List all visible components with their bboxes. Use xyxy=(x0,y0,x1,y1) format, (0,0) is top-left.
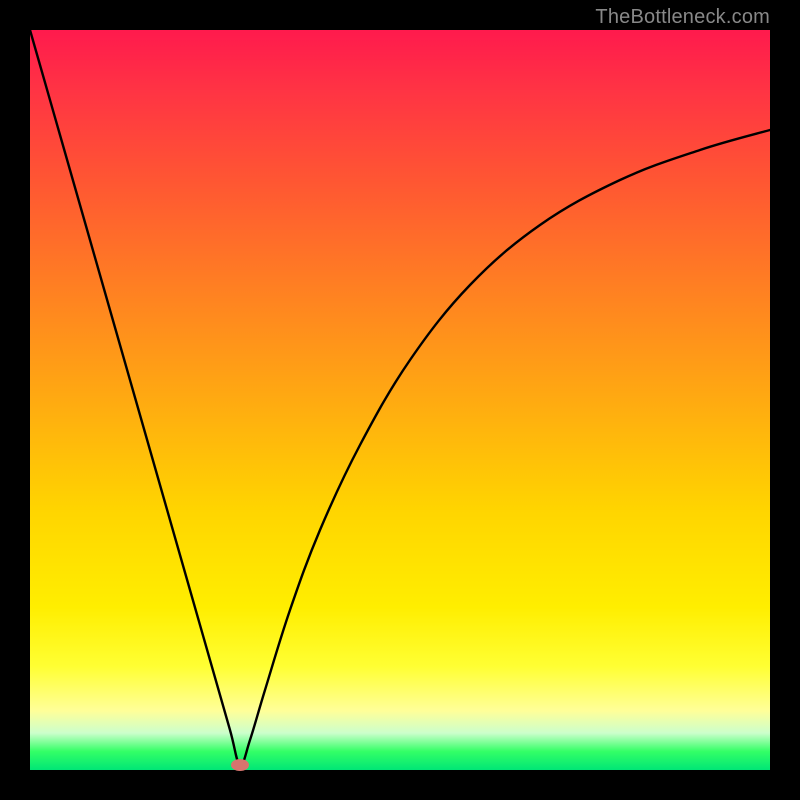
bottleneck-curve xyxy=(30,30,770,770)
curve-path xyxy=(30,30,770,765)
minimum-marker xyxy=(231,759,249,771)
attribution-text: TheBottleneck.com xyxy=(595,6,770,29)
